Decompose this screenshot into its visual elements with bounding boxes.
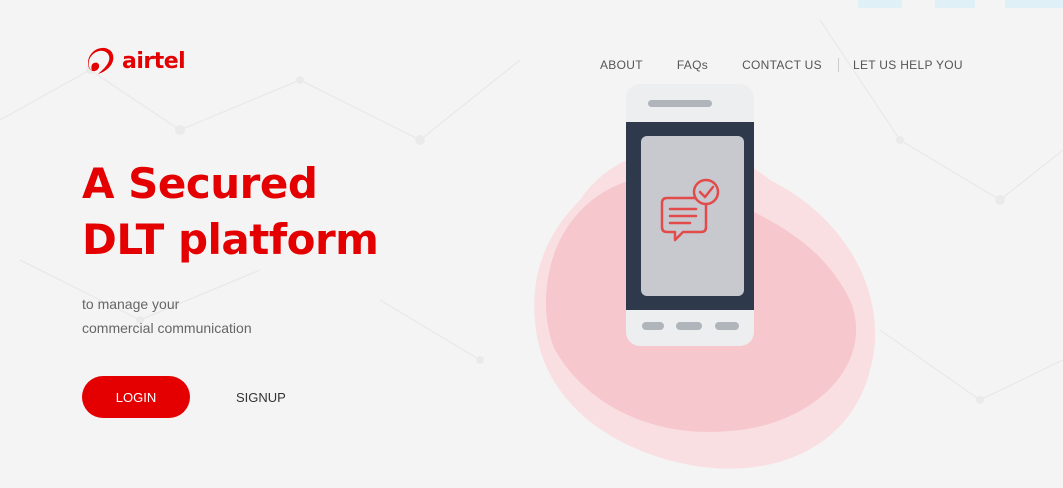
- tagline-line-2: commercial communication: [82, 320, 252, 336]
- hero-tagline: to manage your commercial communication: [82, 292, 252, 340]
- hero-headline: A Secured DLT platform: [82, 156, 379, 268]
- headline-line-2: DLT platform: [82, 215, 379, 264]
- airtel-logo-icon: [88, 47, 114, 74]
- phone-illustration: [534, 84, 876, 469]
- signup-link[interactable]: SIGNUP: [236, 390, 286, 405]
- tagline-line-1: to manage your: [82, 296, 180, 312]
- logo-text: airtel: [122, 48, 186, 74]
- airtel-logo[interactable]: airtel: [82, 46, 186, 76]
- login-button[interactable]: LOGIN: [82, 376, 190, 418]
- headline-line-1: A Secured: [82, 159, 318, 208]
